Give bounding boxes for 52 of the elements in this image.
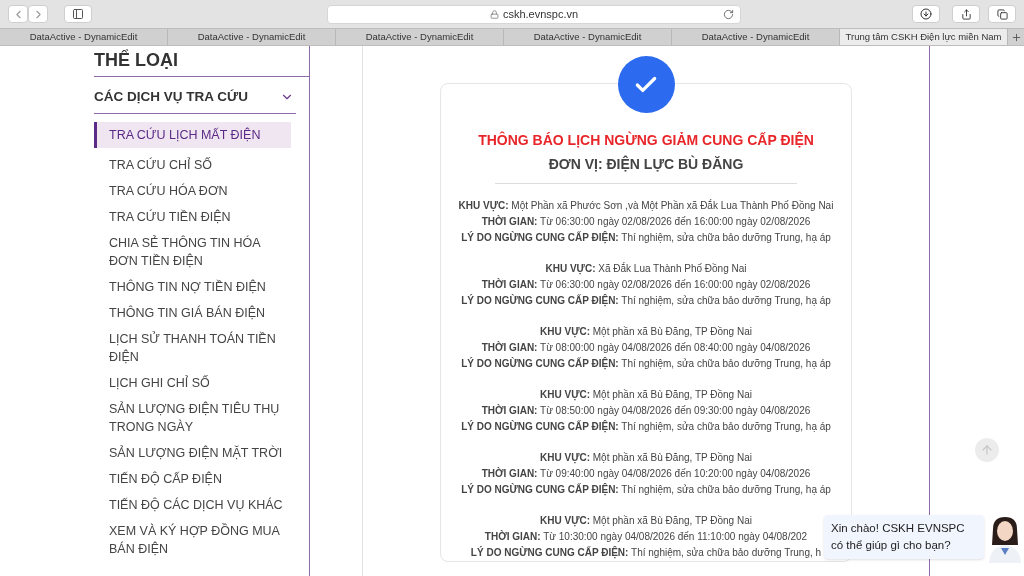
notice-title: THÔNG BÁO LỊCH NGỪNG GIẢM CUNG CẤP ĐIỆN — [478, 130, 814, 150]
assistant-avatar[interactable] — [987, 515, 1023, 563]
notice-line: LÝ DO NGỪNG CUNG CẤP ĐIỆN: Thí nghiệm, sửa chữa bảo dưỡng Trung, h — [470, 545, 822, 561]
sidebar-item[interactable]: THÔNG TIN NỢ TIỀN ĐIỆN — [94, 278, 291, 297]
chat-bubble[interactable]: Xin chào! CSKH EVNSPC có thể giúp gì cho bạn? — [824, 515, 984, 559]
sidebar-item[interactable]: SẢN LƯỢNG ĐIỆN TIÊU THỤ TRONG NGÀY — [94, 400, 291, 437]
tabs-overview-button[interactable] — [988, 5, 1016, 23]
sidebar-item[interactable]: TRA CỨU CHỈ SỐ — [94, 156, 291, 175]
notice-line: LÝ DO NGỪNG CUNG CẤP ĐIỆN: Thí nghiệm, sửa chữa bảo dưỡng Trung, hạ áp — [461, 230, 831, 246]
sidebar-item[interactable]: TIẾN ĐỘ CẤP ĐIỆN — [94, 470, 291, 489]
lock-icon — [489, 9, 499, 19]
notice-line: THỜI GIAN: Từ 08:50:00 ngày 04/08/2026 đến 09:30:00 ngày 04/08/2026 — [481, 403, 811, 418]
sidebar-item[interactable]: CHIA SẺ THÔNG TIN HÓA ĐƠN TIỀN ĐIỆN — [94, 234, 291, 271]
notice-line: KHU VỰC: Một phần xã Bù Đăng, TP Đồng Nai — [540, 514, 752, 529]
notice-line: THỜI GIAN: Từ 06:30:00 ngày 02/08/2026 đến 16:00:00 ngày 02/08/2026 — [481, 277, 811, 292]
sidebar-icon — [72, 8, 84, 20]
notice-line: THỜI GIAN: Từ 08:00:00 ngày 04/08/2026 đến 08:40:00 ngày 04/08/2026 — [481, 340, 811, 355]
share-icon — [960, 8, 972, 20]
browser-tab[interactable]: Trung tâm CSKH Điện lực miền Nam — [840, 29, 1008, 45]
success-check-icon — [617, 56, 675, 113]
notice-line: KHU VỰC: Một phần xã Bù Đăng, TP Đồng Nai — [540, 325, 752, 340]
download-icon — [920, 8, 932, 20]
notice-line: LÝ DO NGỪNG CUNG CẤP ĐIỆN: Thí nghiệm, sửa chữa bảo dưỡng Trung, hạ áp — [461, 419, 831, 435]
notice-line: KHU VỰC: Xã Đắk Lua Thành Phố Đồng Nai — [545, 261, 747, 277]
sidebar-item[interactable]: TRA CỨU HÓA ĐƠN — [94, 182, 291, 201]
sidebar-item[interactable]: THÔNG TIN GIÁ BÁN ĐIỆN — [94, 304, 291, 323]
sidebar-toggle-button[interactable] — [64, 5, 92, 23]
plus-icon — [1010, 31, 1022, 43]
notice-line: THỜI GIAN: Từ 10:30:00 ngày 04/08/2026 đến 11:10:00 ngày 04/08/202 — [484, 529, 808, 544]
sidebar-item[interactable]: LỊCH GHI CHỈ SỐ — [94, 374, 291, 393]
sidebar-item[interactable]: XEM VÀ KÝ HỢP ĐỒNG MUA BÁN ĐIỆN — [94, 522, 291, 559]
notice-line: LÝ DO NGỪNG CUNG CẤP ĐIỆN: Thí nghiệm, sửa chữa bảo dưỡng Trung, hạ áp — [461, 482, 831, 498]
share-button[interactable] — [952, 5, 980, 23]
download-button[interactable] — [912, 5, 940, 23]
unit-name: ĐƠN VỊ: ĐIỆN LỰC BÙ ĐĂNG — [548, 154, 744, 174]
section-header[interactable]: CÁC DỊCH VỤ TRA CỨU — [94, 87, 296, 115]
sidebar-item[interactable]: TRA CỨU TIỀN ĐIỆN — [94, 208, 291, 227]
sidebar-item[interactable]: SẢN LƯỢNG ĐIỆN MẶT TRỜI — [94, 444, 291, 463]
address-bar[interactable]: cskh.evnspc.vn — [327, 4, 741, 24]
reload-icon[interactable] — [723, 8, 734, 20]
sidebar-heading: THỂ LOẠI — [94, 50, 178, 70]
notice-line: LÝ DO NGỪNG CUNG CẤP ĐIỆN: Thí nghiệm, sửa chữa bảo dưỡng Trung, hạ áp — [461, 356, 831, 372]
notice-line: THỜI GIAN: Từ 09:40:00 ngày 04/08/2026 đến 10:20:00 ngày 04/08/2026 — [481, 466, 811, 481]
tabs-icon — [996, 8, 1008, 20]
sidebar-item[interactable]: TRA CỨU LỊCH MẤT ĐIỆN — [94, 122, 291, 149]
notice-line: LÝ DO NGỪNG CUNG CẤP ĐIỆN: Thí nghiệm, sửa chữa bảo dưỡng Trung, hạ áp — [461, 293, 831, 309]
notice-line: THỜI GIAN: Từ 06:30:00 ngày 02/08/2026 đến 16:00:00 ngày 02/08/2026 — [481, 214, 811, 229]
sidebar-item[interactable]: TIẾN ĐỘ CÁC DỊCH VỤ KHÁC — [94, 496, 291, 515]
sidebar-item[interactable]: LỊCH SỬ THANH TOÁN TIỀN ĐIỆN — [94, 330, 291, 367]
notice-line: KHU VỰC: Một Phần xã Phước Sơn ,và Một Phần xã Đắk Lua Thành Phố Đồng Nai — [458, 198, 834, 214]
notice-line: KHU VỰC: Một phần xã Bù Đăng, TP Đồng Nai — [540, 451, 752, 466]
notice-line: KHU VỰC: Một phần xã Bù Đăng, TP Đồng Nai — [540, 388, 752, 403]
